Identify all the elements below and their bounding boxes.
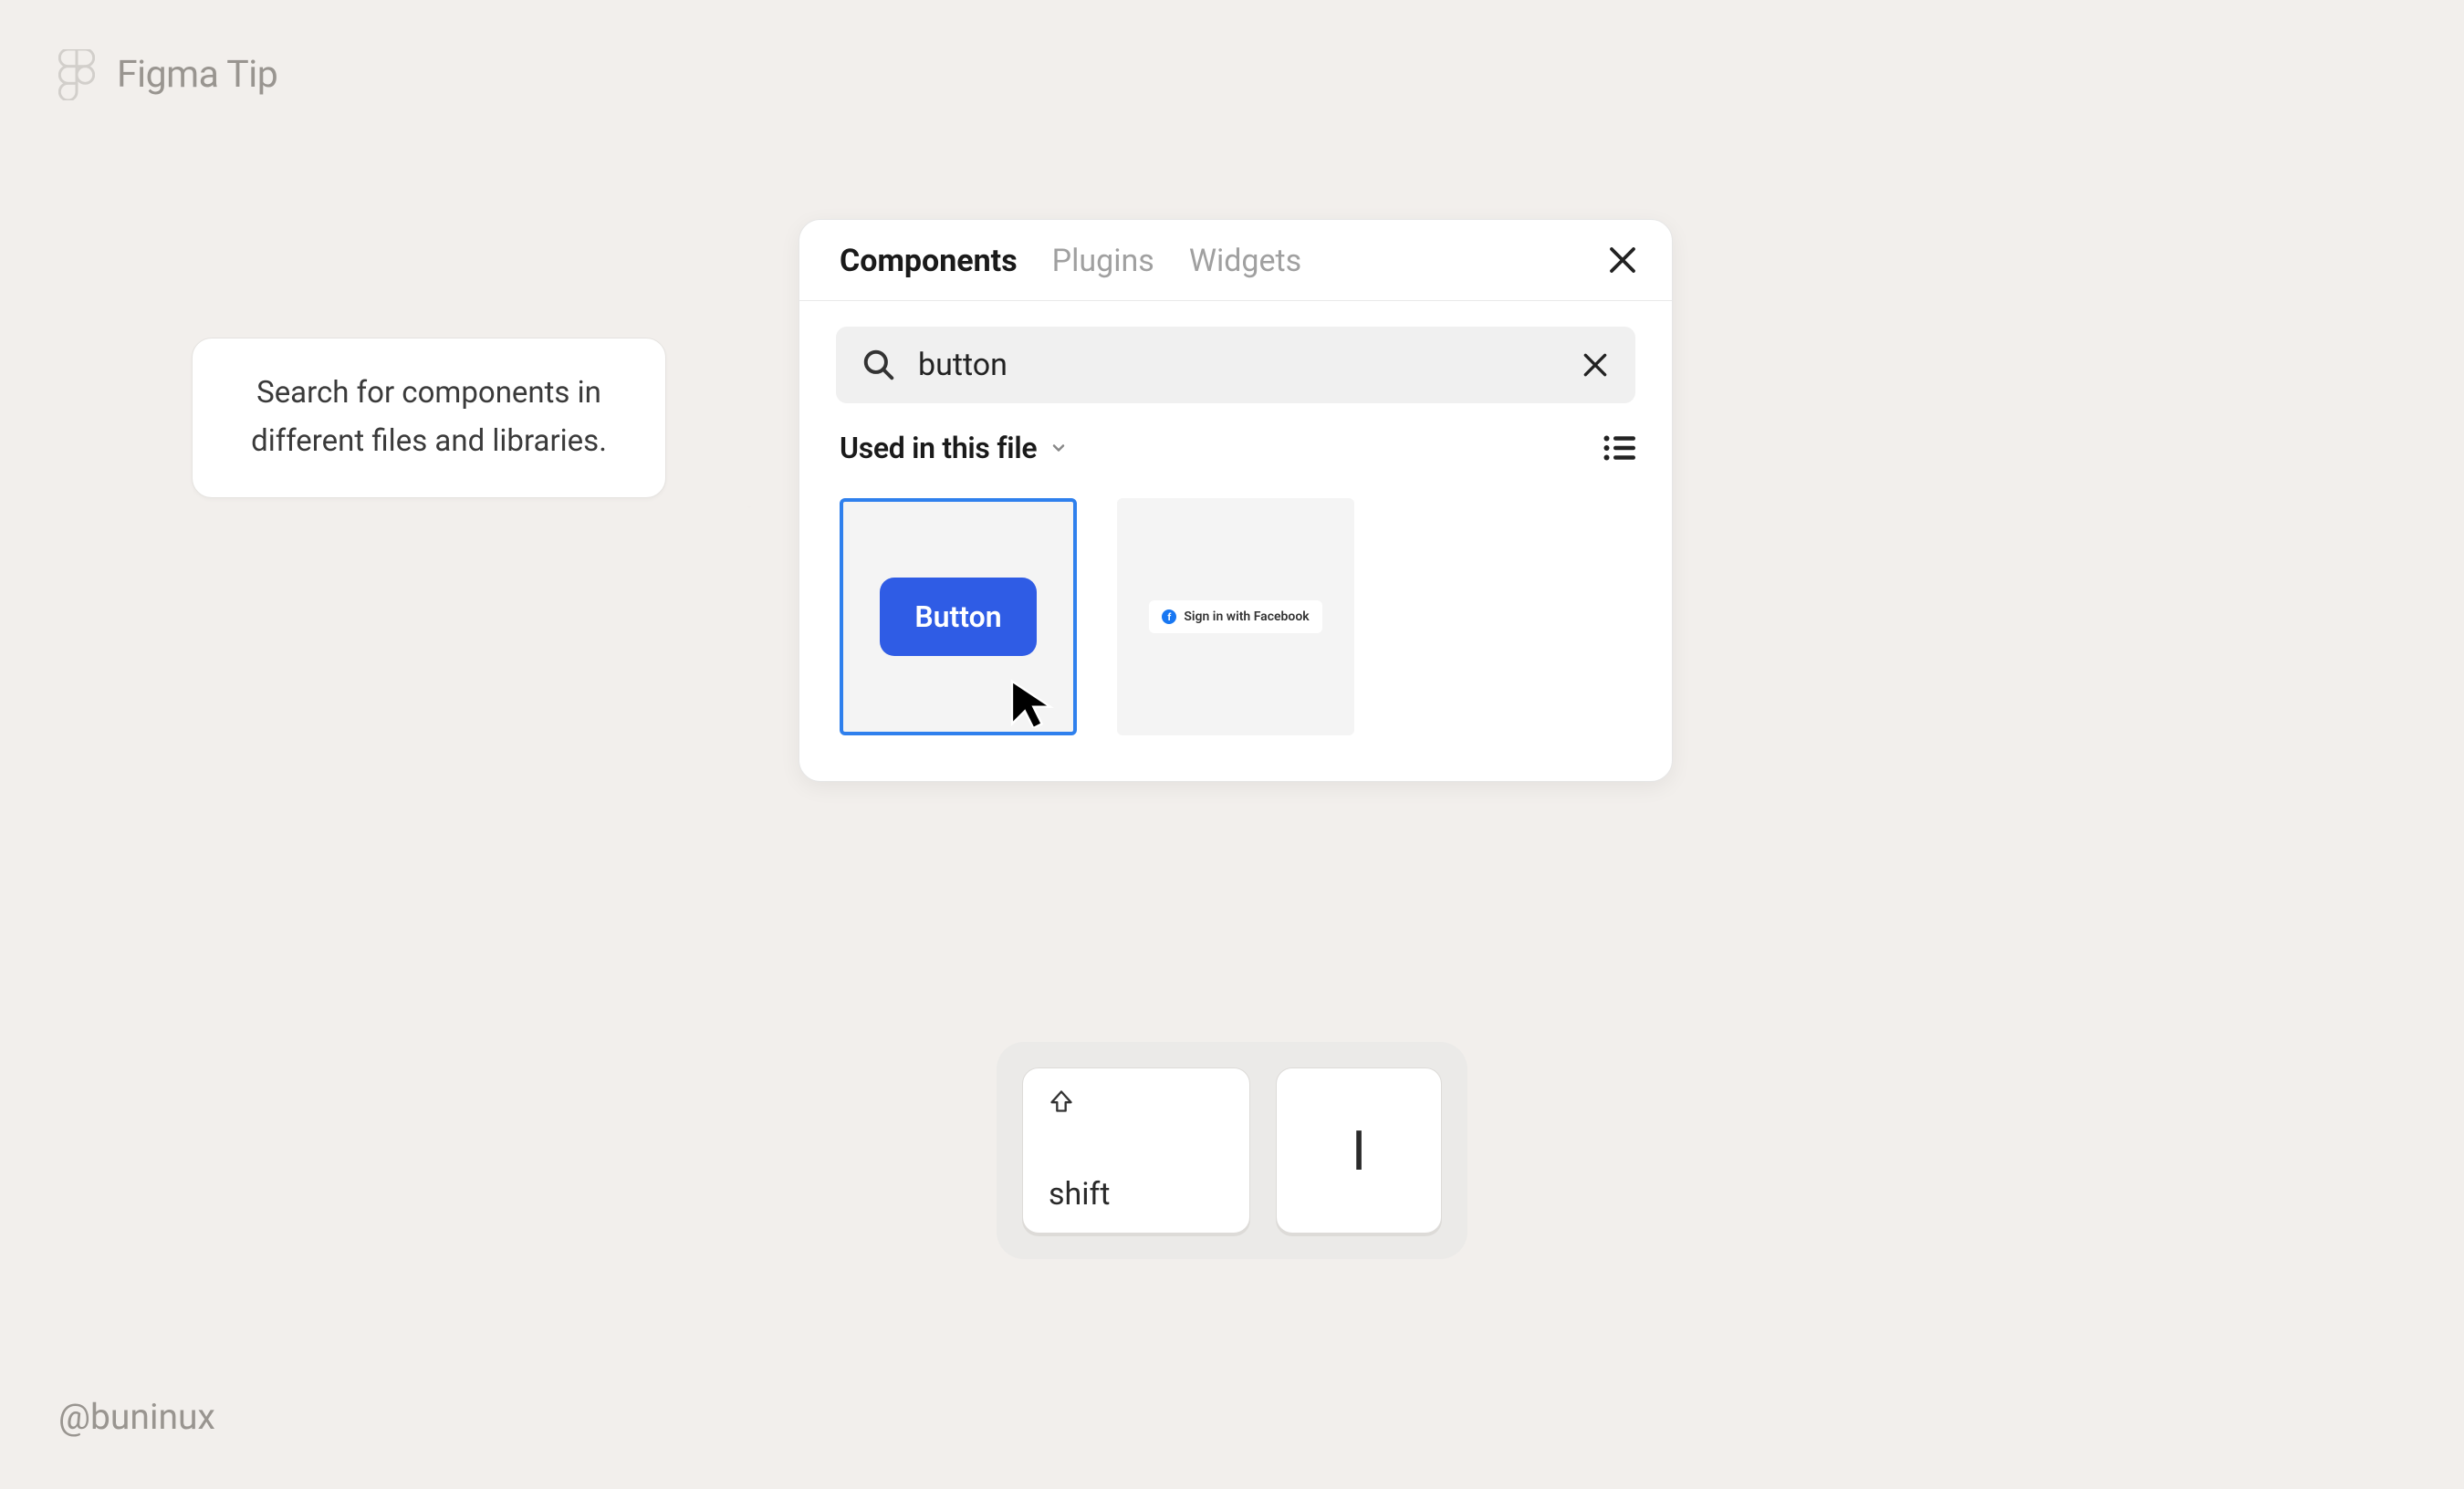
- key-shift: shift: [1022, 1067, 1250, 1234]
- facebook-icon: f: [1162, 609, 1176, 624]
- shift-arrow-icon: [1049, 1088, 1074, 1114]
- filter-dropdown[interactable]: Used in this file: [840, 431, 1068, 465]
- filter-label: Used in this file: [840, 431, 1037, 465]
- search-icon: [861, 348, 896, 382]
- callout-text: Search for components in different files…: [251, 375, 607, 459]
- filter-row: Used in this file: [799, 403, 1672, 465]
- search-input[interactable]: [918, 347, 1559, 383]
- tabs-row: Components Plugins Widgets: [799, 220, 1672, 301]
- close-icon[interactable]: [1606, 244, 1639, 276]
- preview-button-label: Button: [880, 578, 1036, 656]
- search-container: [799, 301, 1672, 403]
- key-i: I: [1276, 1067, 1442, 1234]
- component-result-button[interactable]: Button: [840, 498, 1077, 735]
- tab-components[interactable]: Components: [840, 243, 1018, 279]
- key-shift-label: shift: [1049, 1176, 1111, 1213]
- keyboard-shortcut: shift I: [997, 1042, 1467, 1259]
- preview-facebook-label: Sign in with Facebook: [1184, 609, 1309, 624]
- tab-plugins[interactable]: Plugins: [1052, 243, 1154, 279]
- page-title: Figma Tip: [117, 53, 277, 97]
- key-i-label: I: [1352, 1119, 1366, 1183]
- tab-widgets[interactable]: Widgets: [1189, 243, 1301, 279]
- list-view-icon[interactable]: [1603, 433, 1635, 463]
- preview-facebook-button: f Sign in with Facebook: [1149, 600, 1321, 633]
- page-header: Figma Tip: [58, 49, 277, 100]
- figma-logo-icon: [58, 49, 95, 100]
- assets-panel: Components Plugins Widgets Used in this …: [799, 219, 1673, 782]
- results-grid: Button f Sign in with Facebook: [799, 465, 1672, 781]
- clear-search-icon[interactable]: [1581, 350, 1610, 380]
- footer-credit: @buninux: [58, 1396, 215, 1438]
- search-bar: [836, 327, 1635, 403]
- callout-tooltip: Search for components in different files…: [192, 338, 666, 498]
- tabs-list: Components Plugins Widgets: [840, 243, 1301, 279]
- chevron-down-icon: [1049, 439, 1068, 457]
- component-result-facebook[interactable]: f Sign in with Facebook: [1117, 498, 1354, 735]
